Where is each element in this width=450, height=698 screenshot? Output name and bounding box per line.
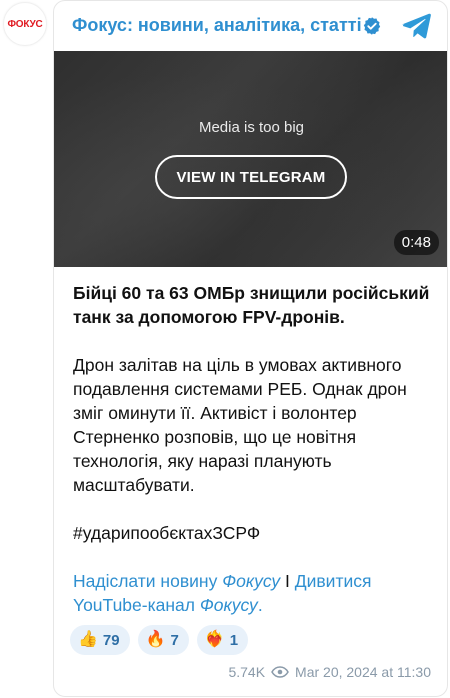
- reaction-count: 79: [102, 631, 120, 649]
- post-links: Надіслати новину Фокусу I Дивитися YouTu…: [73, 569, 435, 617]
- reaction-heart-on-fire[interactable]: ❤️‍🔥 1: [196, 625, 249, 655]
- post-header: Фокус: новини, аналітика, статті: [54, 1, 447, 51]
- post-hashtag: #ударипообєктахЗСРФ: [73, 523, 261, 543]
- link-separator: I: [280, 571, 295, 591]
- view-count: 5.74K: [228, 664, 266, 680]
- post-timestamp[interactable]: Mar 20, 2024 at 11:30: [295, 664, 431, 680]
- video-preview: Media is too big VIEW IN TELEGRAM 0:48: [54, 51, 447, 267]
- heart-on-fire-icon: ❤️‍🔥: [204, 631, 225, 648]
- avatar-logo-text: ФОКУС: [7, 18, 43, 30]
- thumbs-up-icon: 👍: [78, 631, 98, 648]
- avatar[interactable]: ФОКУС: [3, 2, 47, 46]
- channel-title[interactable]: Фокус: новини, аналітика, статті: [72, 15, 362, 36]
- verified-icon: [363, 17, 381, 35]
- post-headline: Бійці 60 та 63 ОМБр знищили російський т…: [73, 283, 430, 327]
- media-too-big-message: Media is too big: [198, 119, 305, 136]
- post-card: Фокус: новини, аналітика, статті Media i…: [53, 0, 448, 697]
- post-paragraph: Дрон залітав на ціль в умовах активного …: [73, 355, 407, 495]
- video-duration-badge: 0:48: [393, 230, 439, 255]
- reaction-fire[interactable]: 🔥 7: [137, 625, 189, 655]
- reaction-thumbs-up[interactable]: 👍 79: [70, 625, 130, 655]
- fire-icon: 🔥: [145, 631, 166, 648]
- post-footer: 5.74K Mar 20, 2024 at 11:30: [228, 662, 431, 682]
- send-news-link[interactable]: Надіслати новину Фокусу: [73, 571, 280, 591]
- reactions-bar: 👍 79 🔥 7 ❤️‍🔥 1: [70, 625, 249, 655]
- reaction-count: 1: [229, 631, 239, 649]
- telegram-icon[interactable]: [400, 12, 432, 40]
- eye-icon: [271, 666, 289, 678]
- post-text: Бійці 60 та 63 ОМБр знищили російський т…: [73, 281, 435, 545]
- view-in-telegram-button[interactable]: VIEW IN TELEGRAM: [155, 155, 347, 199]
- reaction-count: 7: [170, 631, 179, 649]
